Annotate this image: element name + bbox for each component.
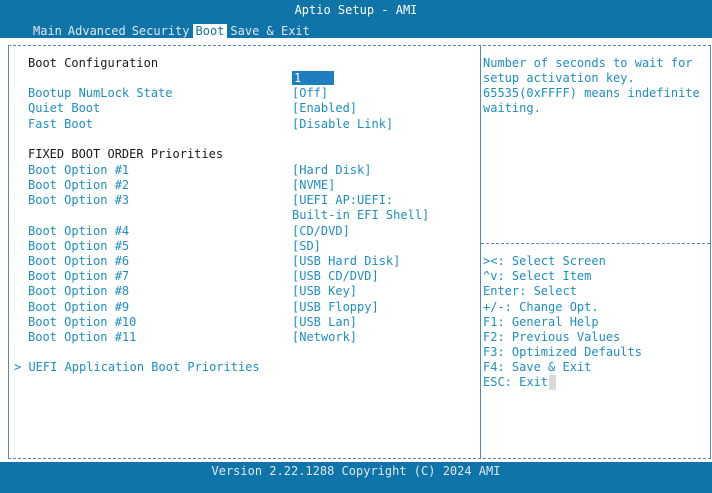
boot-option-value[interactable]: [USB Floppy] xyxy=(292,300,379,315)
submenu-label: > UEFI Application Boot Priorities xyxy=(14,360,260,374)
boot-option-value[interactable]: [Network] xyxy=(292,330,357,345)
panel-bottom-border xyxy=(8,458,711,459)
text-cursor xyxy=(549,375,556,390)
tab-security[interactable]: Security xyxy=(129,24,193,39)
section-title: Boot Configuration xyxy=(28,56,158,71)
priorities-title: FIXED BOOT ORDER Priorities xyxy=(28,147,223,162)
boot-option-label: Boot Option #6 xyxy=(28,254,130,268)
help-separator xyxy=(481,243,710,244)
boot-option-1[interactable]: Boot Option #1 [Hard Disk] xyxy=(28,163,371,178)
version-text: Version 2.22.1288 Copyright (C) 2024 AMI xyxy=(211,464,501,478)
boot-option-label: Boot Option #8 xyxy=(28,284,130,298)
tab-boot[interactable]: Boot xyxy=(192,24,228,39)
boot-option-3[interactable]: Boot Option #3 [UEFI AP:UEFI: xyxy=(28,193,393,208)
key-hint-f3: F3: Optimized Defaults xyxy=(483,345,642,359)
boot-option-label: Boot Option #2 xyxy=(28,178,130,192)
boot-option-9[interactable]: Boot Option #9 [USB Floppy] xyxy=(28,300,379,315)
boot-option-label: Boot Option #5 xyxy=(28,239,130,253)
boot-option-value[interactable]: [USB Hard Disk] xyxy=(292,254,400,269)
key-hint-select-screen: ><: Select Screen xyxy=(483,254,606,268)
tab-advanced[interactable]: Advanced xyxy=(65,24,129,39)
key-hint-esc: ESC: Exit xyxy=(483,375,549,389)
help-line-3: 65535(0xFFFF) means indefinite xyxy=(483,86,700,100)
header-bar: Aptio Setup - AMI Main Advanced Security Bo… xyxy=(0,0,712,39)
footer-bar: Version 2.22.1288 Copyright (C) 2024 AMI xyxy=(0,462,712,493)
panel-top-border xyxy=(8,45,711,46)
boot-option-value[interactable]: [UEFI AP:UEFI: xyxy=(292,193,393,208)
boot-option-label: Boot Option #1 xyxy=(28,163,130,177)
uefi-app-boot-priorities-submenu[interactable]: > UEFI Application Boot Priorities xyxy=(14,360,260,375)
panel-divider xyxy=(480,46,481,458)
boot-option-label: Boot Option #11 xyxy=(28,330,137,344)
boot-option-10[interactable]: Boot Option #10 [USB Lan] xyxy=(28,315,357,330)
help-line-4: waiting. xyxy=(483,101,541,115)
setting-setup-prompt-timeout[interactable]: Setup Prompt Timeout xyxy=(28,71,173,86)
panel-right-border xyxy=(710,46,711,458)
boot-option-value[interactable]: [USB Lan] xyxy=(292,315,357,330)
boot-option-label: Boot Option #4 xyxy=(28,224,130,238)
help-line-1: Number of seconds to wait for xyxy=(483,56,693,70)
settings-panel: Boot Configuration Setup Prompt Timeout … xyxy=(8,38,711,461)
boot-option-7[interactable]: Boot Option #7 [USB CD/DVD] xyxy=(28,269,379,284)
setting-fast-boot[interactable]: Fast Boot [Disable Link] xyxy=(28,117,393,132)
key-hint-f2: F2: Previous Values xyxy=(483,330,621,344)
quiet-boot-value[interactable]: [Enabled] xyxy=(292,101,357,116)
boot-option-value[interactable]: [USB Key] xyxy=(292,284,357,299)
boot-option-label: Boot Option #9 xyxy=(28,300,130,314)
key-hint-enter: Enter: Select xyxy=(483,284,577,298)
tab-main[interactable]: Main xyxy=(30,24,65,39)
app-title: Aptio Setup - AMI xyxy=(294,3,418,17)
key-hint-f4: F4: Save & Exit xyxy=(483,360,592,374)
setup-prompt-timeout-label: Setup Prompt Timeout xyxy=(28,71,173,85)
quiet-boot-label: Quiet Boot xyxy=(28,101,101,115)
help-line-2: setup activation key. xyxy=(483,71,635,85)
setting-numlock[interactable]: Bootup NumLock State [Off] xyxy=(28,86,328,101)
boot-option-value[interactable]: [USB CD/DVD] xyxy=(292,269,379,284)
boot-option-8[interactable]: Boot Option #8 [USB Key] xyxy=(28,284,357,299)
key-hint-select-item: ^v: Select Item xyxy=(483,269,592,283)
boot-option-value[interactable]: [NVME] xyxy=(292,178,335,193)
numlock-label: Bootup NumLock State xyxy=(28,86,173,100)
setup-prompt-timeout-input[interactable]: 1 xyxy=(292,71,334,85)
key-hint-f1: F1: General Help xyxy=(483,315,599,329)
setting-quiet-boot[interactable]: Quiet Boot [Enabled] xyxy=(28,101,357,116)
boot-option-value-line2: Built-in EFI Shell] xyxy=(292,208,430,222)
boot-option-value[interactable]: [CD/DVD] xyxy=(292,224,350,239)
bios-setup-screen: Aptio Setup - AMI Main Advanced Security Bo… xyxy=(0,0,712,493)
fast-boot-value[interactable]: [Disable Link] xyxy=(292,117,393,132)
main-menu: Main Advanced Security Boot Save & Exit xyxy=(30,24,313,39)
priorities-title-label: FIXED BOOT ORDER Priorities xyxy=(28,147,224,161)
boot-option-4[interactable]: Boot Option #4 [CD/DVD] xyxy=(28,224,350,239)
boot-option-label: Boot Option #7 xyxy=(28,269,130,283)
fast-boot-label: Fast Boot xyxy=(28,117,94,131)
boot-option-2[interactable]: Boot Option #2 [NVME] xyxy=(28,178,335,193)
boot-option-value[interactable]: [Hard Disk] xyxy=(292,163,371,178)
numlock-value[interactable]: [Off] xyxy=(292,86,328,101)
boot-option-6[interactable]: Boot Option #6 [USB Hard Disk] xyxy=(28,254,400,269)
boot-option-value[interactable]: [SD] xyxy=(292,239,321,254)
key-hint-change-opt: +/-: Change Opt. xyxy=(483,300,599,314)
boot-option-5[interactable]: Boot Option #5 [SD] xyxy=(28,239,321,254)
section-title-label: Boot Configuration xyxy=(28,56,159,70)
tab-save-exit[interactable]: Save & Exit xyxy=(227,24,312,39)
boot-option-11[interactable]: Boot Option #11 [Network] xyxy=(28,330,357,345)
boot-option-label: Boot Option #10 xyxy=(28,315,137,329)
panel-left-border xyxy=(8,46,9,458)
boot-option-label: Boot Option #3 xyxy=(28,193,130,207)
